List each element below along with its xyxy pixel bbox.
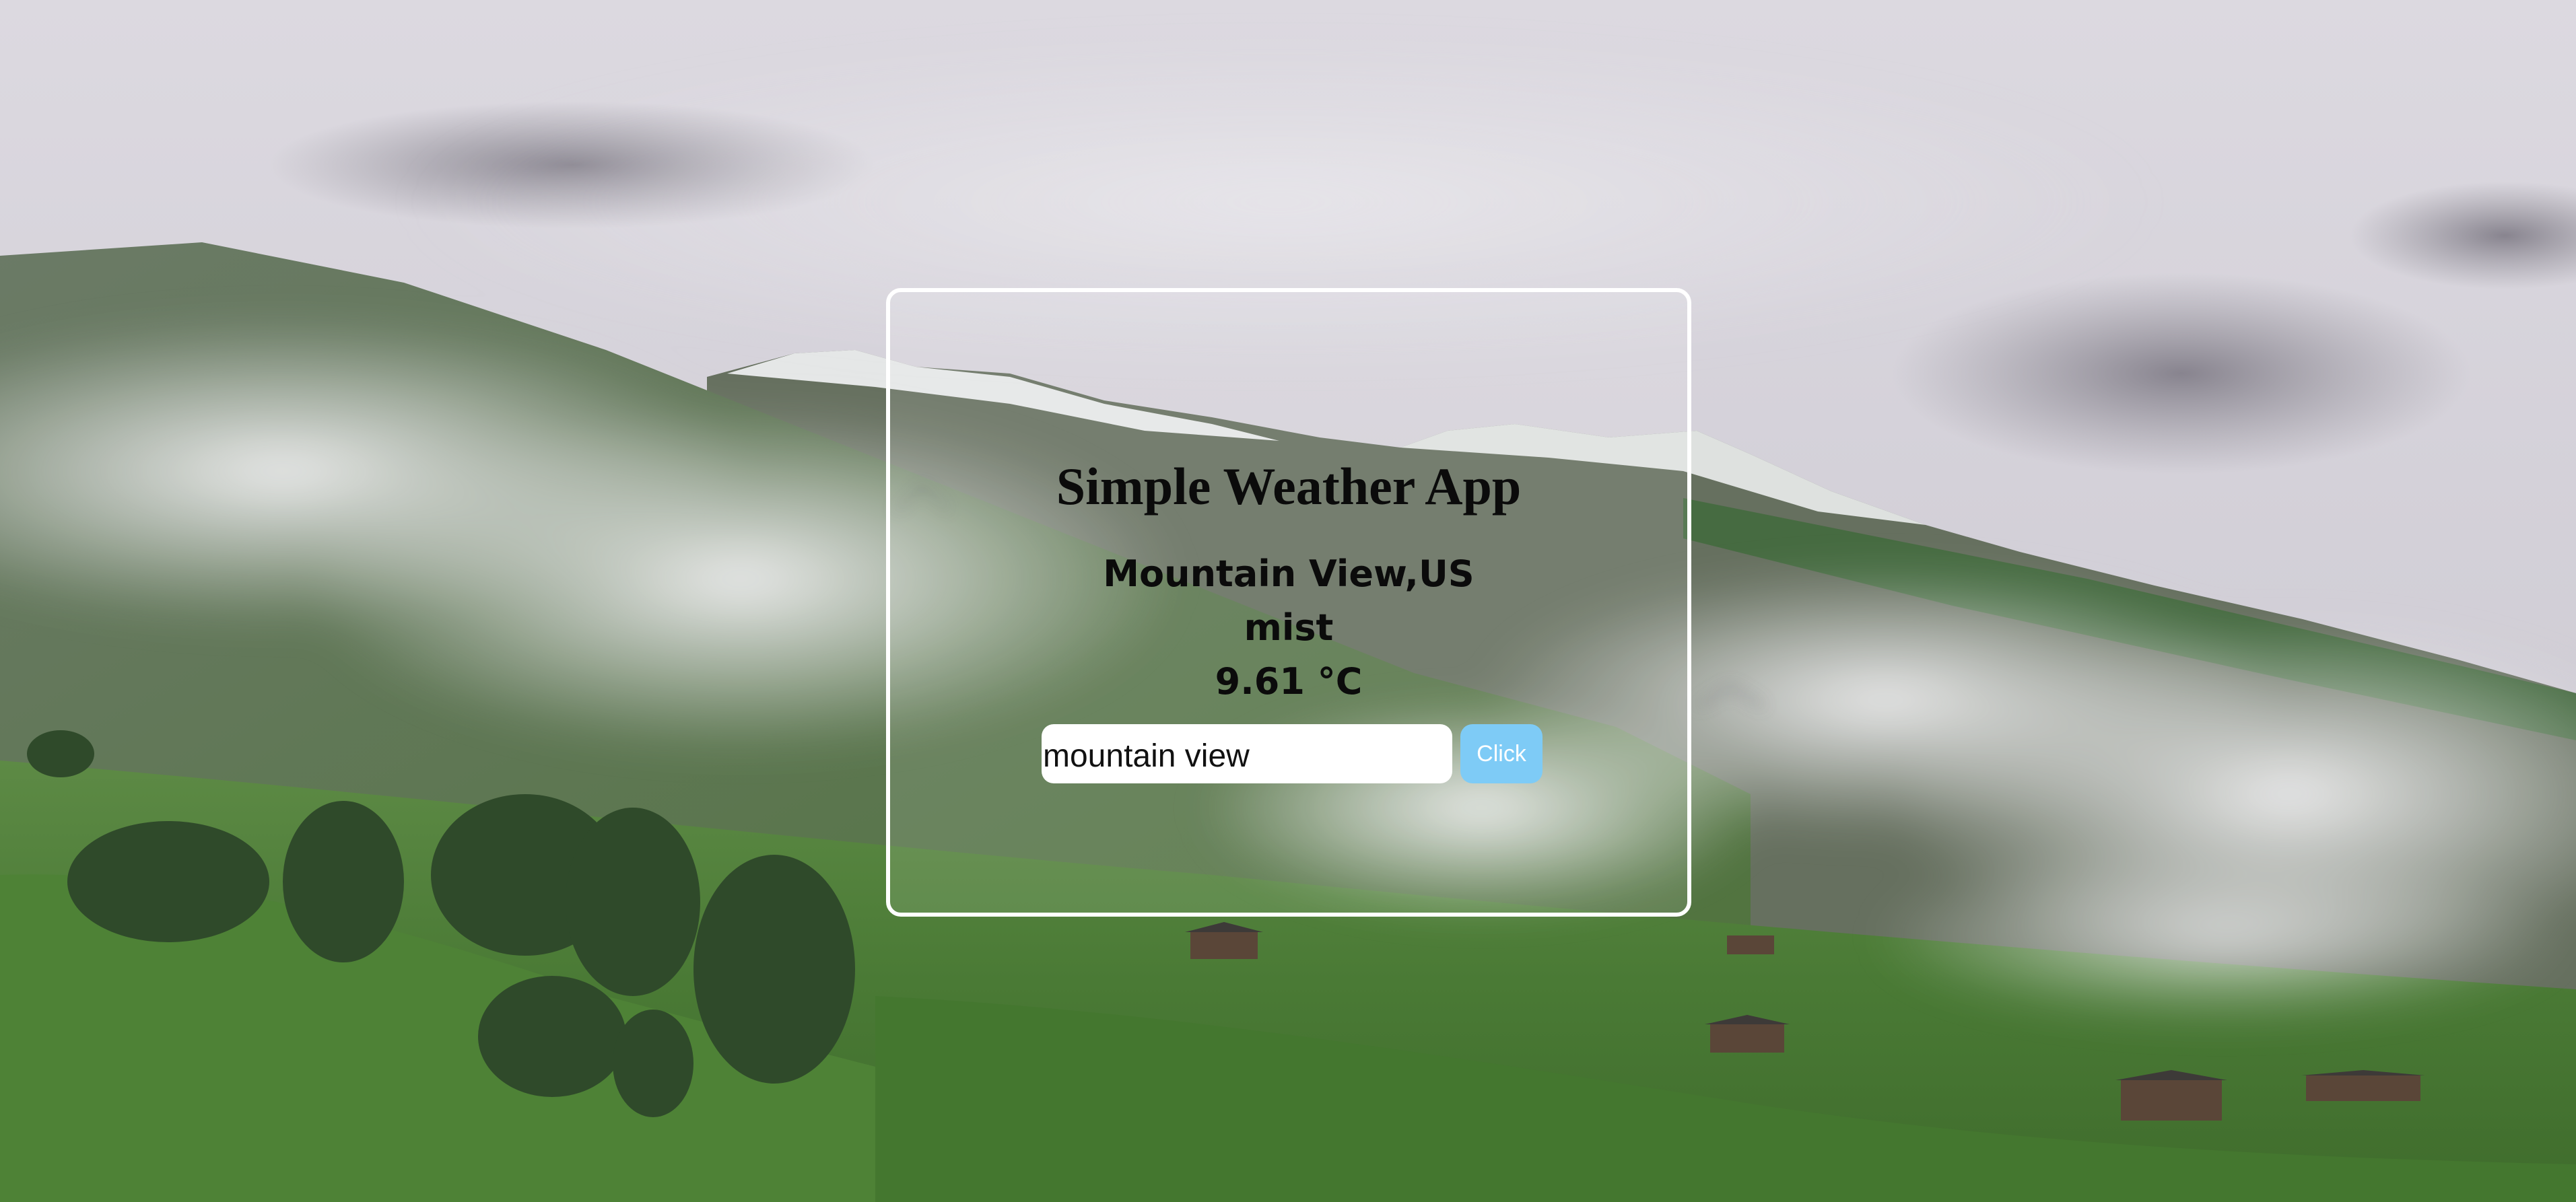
weather-condition: mist (1244, 606, 1334, 649)
weather-card: Simple Weather App Mountain View,US mist… (886, 288, 1691, 917)
search-button[interactable]: Click (1460, 724, 1543, 783)
location-name: Mountain View,US (1103, 553, 1475, 595)
temperature-value: 9.61 °C (1215, 660, 1363, 703)
city-search-input[interactable] (1042, 724, 1452, 783)
app-title: Simple Weather App (1056, 457, 1522, 516)
